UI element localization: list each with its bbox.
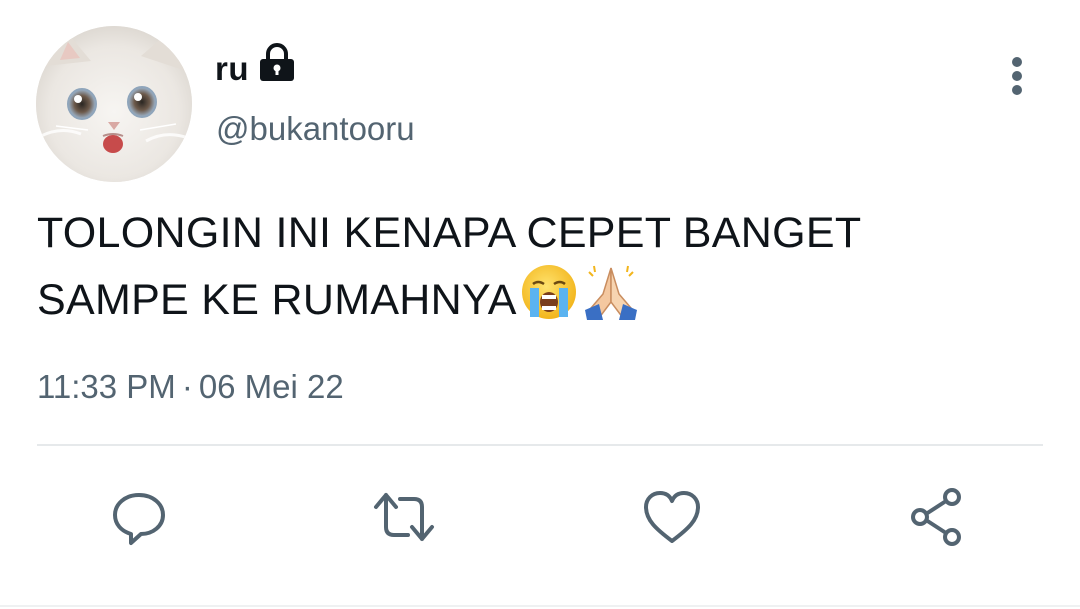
avatar[interactable] <box>36 26 192 182</box>
tweet-text-line-2: SAMPE KE RUMAHNYA <box>37 262 1037 329</box>
loudly-crying-face-icon <box>519 262 579 322</box>
display-name[interactable]: ru <box>215 50 249 88</box>
reply-icon <box>113 493 165 545</box>
tweet-card: ru @bukantooru TOLONGIN INI KENAPA CEPET… <box>0 0 1080 609</box>
tweet-time: 11:33 PM <box>37 368 176 405</box>
user-handle[interactable]: @bukantooru <box>216 110 415 148</box>
more-options-button[interactable] <box>1000 52 1034 100</box>
tweet-text-line-2-text: SAMPE KE RUMAHNYA <box>37 276 517 324</box>
more-vertical-icon <box>1012 57 1022 95</box>
tweet-date: 06 Mei 22 <box>198 368 344 405</box>
tweet-timestamp[interactable]: 11:33 PM · 06 Mei 22 <box>37 368 344 406</box>
retweet-icon <box>374 493 434 541</box>
share-icon <box>911 488 961 546</box>
share-button[interactable] <box>906 485 970 549</box>
like-icon <box>644 491 700 543</box>
kitten-avatar-image <box>36 26 192 182</box>
lock-icon <box>257 41 297 85</box>
folded-hands-icon <box>581 262 641 322</box>
display-name-row: ru <box>215 41 297 94</box>
tweet-text-line-1: TOLONGIN INI KENAPA CEPET BANGET <box>37 209 862 257</box>
tweet-text: TOLONGIN INI KENAPA CEPET BANGET SAMPE K… <box>37 205 1037 329</box>
bottom-divider <box>0 605 1080 607</box>
like-button[interactable] <box>640 485 704 549</box>
timestamp-separator: · <box>181 368 193 405</box>
retweet-button[interactable] <box>372 485 436 549</box>
divider <box>37 444 1043 446</box>
reply-button[interactable] <box>107 485 171 549</box>
